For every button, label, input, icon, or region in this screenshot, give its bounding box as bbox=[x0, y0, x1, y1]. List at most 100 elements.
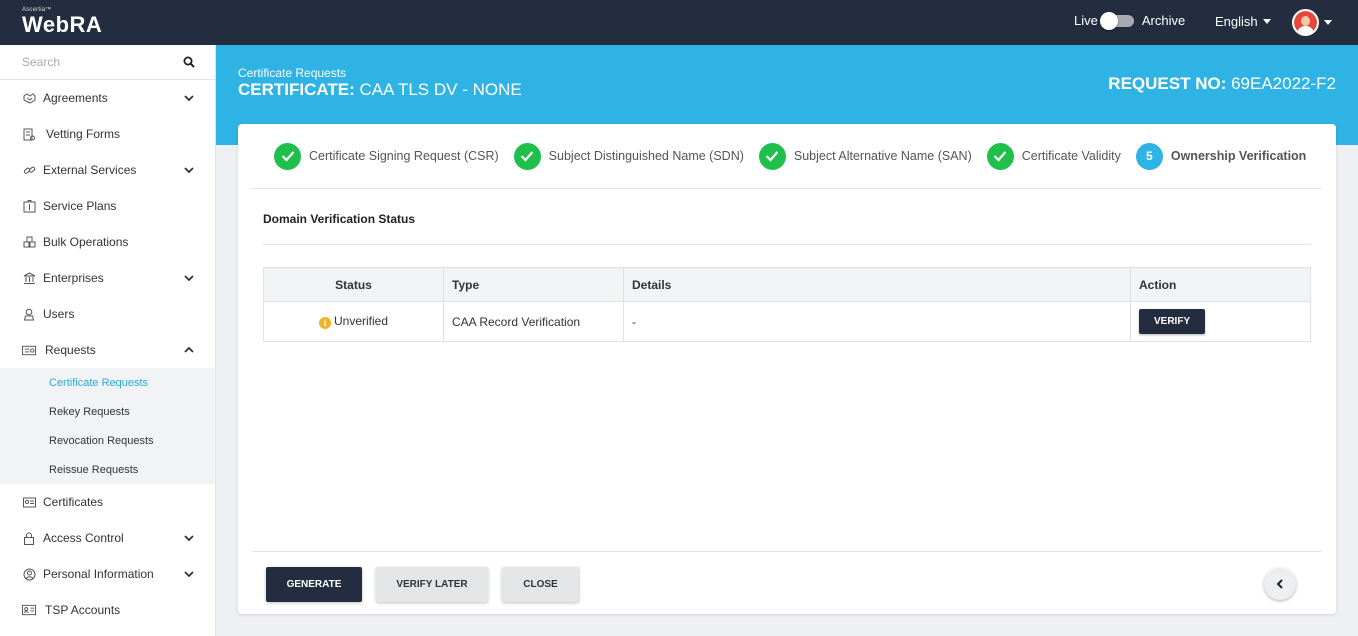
sidebar-item-label: Access Control bbox=[43, 531, 124, 545]
sidebar-item-certificates[interactable]: Certificates bbox=[0, 484, 215, 520]
person-circle-icon bbox=[22, 567, 36, 581]
chevron-down-icon bbox=[184, 275, 194, 282]
collapse-button[interactable] bbox=[1264, 568, 1296, 600]
sidebar-item-enterprises[interactable]: Enterprises bbox=[0, 260, 215, 296]
status-text: Unverified bbox=[333, 314, 389, 328]
cert-name: CAA TLS DV - NONE bbox=[359, 80, 522, 99]
user-menu[interactable] bbox=[1292, 9, 1332, 36]
chevron-down-icon bbox=[184, 95, 194, 102]
bank-icon bbox=[22, 271, 36, 285]
user-avatar-icon bbox=[1292, 9, 1319, 36]
request-number: REQUEST NO: 69EA2022-F2 bbox=[1108, 74, 1336, 94]
step-label: Certificate Signing Request (CSR) bbox=[309, 149, 499, 163]
sidebar-item-requests[interactable]: Requests bbox=[0, 332, 215, 368]
search-input[interactable] bbox=[22, 45, 182, 79]
sidebar-item-label: Bulk Operations bbox=[43, 235, 129, 249]
divider bbox=[263, 244, 1311, 245]
step-validity[interactable]: Certificate Validity bbox=[986, 142, 1121, 170]
caret-down-icon bbox=[1324, 20, 1332, 25]
wizard-card: Certificate Signing Request (CSR) Subjec… bbox=[238, 124, 1336, 614]
details-cell: - bbox=[623, 301, 1131, 342]
step-csr[interactable]: Certificate Signing Request (CSR) bbox=[274, 142, 499, 170]
sidebar-subitem-revocation-requests[interactable]: Revocation Requests bbox=[0, 426, 215, 455]
plan-icon bbox=[22, 199, 36, 213]
step-label: Subject Alternative Name (SAN) bbox=[793, 149, 972, 163]
check-icon bbox=[758, 142, 786, 170]
sidebar-item-access-control[interactable]: Access Control bbox=[0, 520, 215, 556]
search-icon[interactable] bbox=[183, 56, 195, 68]
breadcrumb[interactable]: Certificate Requests bbox=[238, 66, 346, 80]
generate-button[interactable]: GENERATE bbox=[266, 567, 362, 602]
type-cell: CAA Record Verification bbox=[443, 301, 624, 342]
bulk-icon bbox=[22, 235, 36, 249]
sidebar-subitem-rekey-requests[interactable]: Rekey Requests bbox=[0, 397, 215, 426]
page-title: CERTIFICATE: CAA TLS DV - NONE bbox=[238, 80, 522, 100]
check-icon bbox=[274, 142, 301, 170]
sidebar-item-label: Certificates bbox=[43, 495, 104, 509]
divider bbox=[252, 551, 1322, 552]
warning-icon: i bbox=[318, 317, 331, 329]
sidebar-item-users[interactable]: Users bbox=[0, 296, 215, 332]
sidebar-search bbox=[0, 45, 215, 80]
sidebar-item-bulk-operations[interactable]: Bulk Operations bbox=[0, 224, 215, 260]
action-cell: VERIFY bbox=[1130, 301, 1311, 342]
toggle-knob bbox=[1099, 11, 1118, 30]
check-icon bbox=[513, 142, 541, 170]
step-number-badge: 5 bbox=[1135, 142, 1163, 170]
account-card-icon bbox=[22, 603, 36, 617]
sidebar-item-label: Agreements bbox=[43, 91, 108, 105]
column-header-action: Action bbox=[1130, 267, 1311, 302]
link-icon bbox=[22, 163, 36, 177]
lock-icon bbox=[22, 531, 36, 545]
column-header-status: Status bbox=[263, 267, 444, 302]
caret-down-icon bbox=[1262, 19, 1271, 24]
sidebar-item-personal-information[interactable]: Personal Information bbox=[0, 556, 215, 592]
live-archive-switch: Live Archive bbox=[1074, 11, 1185, 30]
verify-later-button[interactable]: VERIFY LATER bbox=[376, 567, 488, 602]
sidebar-subitem-certificate-requests[interactable]: Certificate Requests bbox=[0, 368, 215, 397]
sidebar-item-external-services[interactable]: External Services bbox=[0, 152, 215, 188]
sidebar-subitem-reissue-requests[interactable]: Reissue Requests bbox=[0, 455, 215, 484]
sidebar-item-label: Enterprises bbox=[43, 271, 104, 285]
status-cell: i Unverified bbox=[263, 301, 444, 342]
handshake-icon bbox=[22, 91, 36, 105]
sidebar-item-label: TSP Accounts bbox=[45, 603, 121, 617]
chevron-up-icon bbox=[184, 346, 194, 353]
app-logo[interactable]: Ascertia™ WebRA bbox=[22, 7, 102, 36]
step-sdn[interactable]: Subject Distinguished Name (SDN) bbox=[513, 142, 744, 170]
sidebar-item-label: Vetting Forms bbox=[46, 127, 121, 141]
sidebar-item-tsp-accounts[interactable]: TSP Accounts bbox=[0, 592, 215, 628]
user-icon bbox=[22, 307, 36, 321]
step-label: Ownership Verification bbox=[1170, 149, 1307, 163]
chevron-down-icon bbox=[184, 571, 194, 578]
sidebar-item-label: Requests bbox=[45, 343, 96, 357]
requests-submenu: Certificate Requests Rekey Requests Revo… bbox=[0, 368, 215, 484]
verification-table: Status Type Details Action i Unverified C… bbox=[263, 267, 1311, 342]
brand-name: WebRA bbox=[22, 12, 103, 37]
live-archive-toggle[interactable] bbox=[1099, 11, 1134, 30]
verify-button[interactable]: VERIFY bbox=[1139, 309, 1206, 334]
section-title: Domain Verification Status bbox=[263, 212, 416, 226]
chevron-down-icon bbox=[184, 167, 194, 174]
live-label: Live bbox=[1074, 13, 1098, 28]
step-ownership-verification[interactable]: 5 Ownership Verification bbox=[1135, 142, 1307, 170]
step-san[interactable]: Subject Alternative Name (SAN) bbox=[758, 142, 972, 170]
close-button[interactable]: CLOSE bbox=[502, 567, 579, 602]
table-header-row: Status Type Details Action bbox=[263, 267, 1311, 302]
language-label: English bbox=[1215, 14, 1258, 29]
request-prefix: REQUEST NO: bbox=[1108, 74, 1227, 93]
sidebar-item-label: External Services bbox=[43, 163, 137, 177]
column-header-type: Type bbox=[443, 267, 624, 302]
language-selector[interactable]: English bbox=[1215, 14, 1271, 29]
sidebar-item-agreements[interactable]: Agreements bbox=[0, 80, 215, 116]
wizard-steps: Certificate Signing Request (CSR) Subjec… bbox=[252, 124, 1322, 189]
requests-icon bbox=[22, 343, 36, 357]
check-icon bbox=[986, 142, 1014, 170]
certificate-icon bbox=[22, 495, 36, 509]
sidebar-item-service-plans[interactable]: Service Plans bbox=[0, 188, 215, 224]
sidebar-item-vetting-forms[interactable]: Vetting Forms bbox=[0, 116, 215, 152]
top-bar: Ascertia™ WebRA Live Archive English bbox=[0, 0, 1358, 45]
chevron-down-icon bbox=[184, 535, 194, 542]
form-icon bbox=[22, 127, 36, 141]
sidebar-item-label: Users bbox=[43, 307, 75, 321]
